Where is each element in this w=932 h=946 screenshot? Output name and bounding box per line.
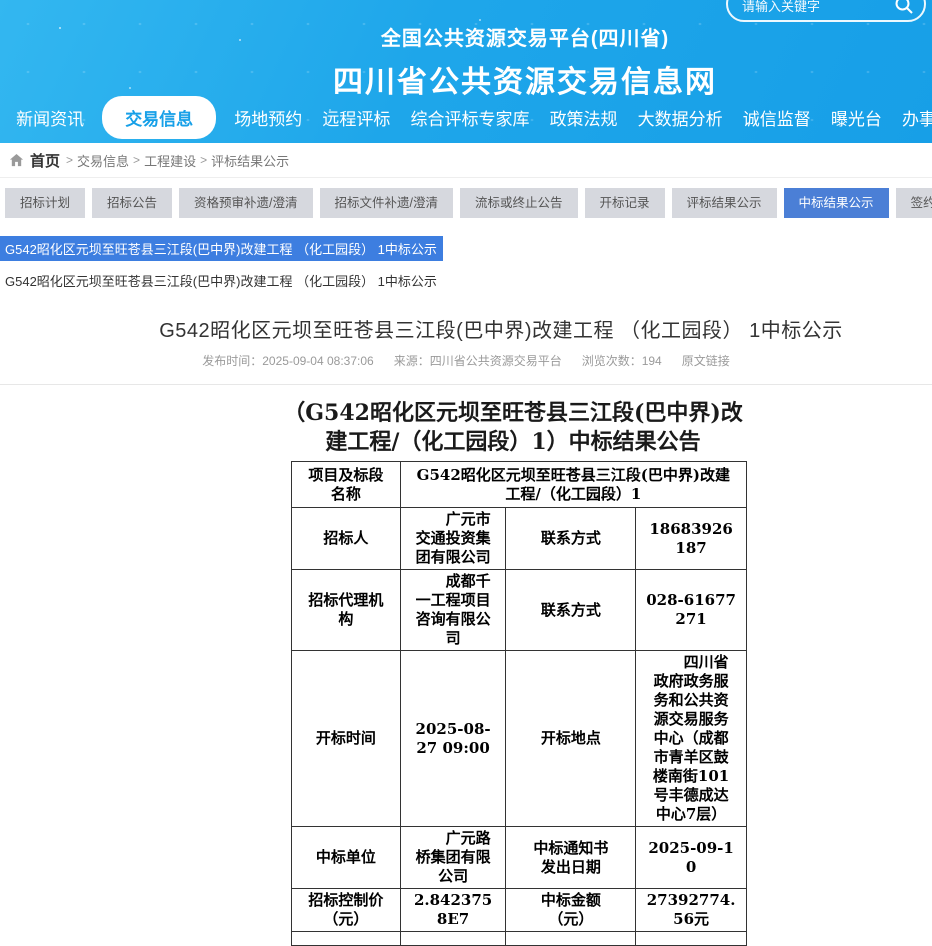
row-value: 18683926187 [636, 508, 747, 570]
tab-bid-document-addendum[interactable]: 招标文件补遗/澄清 [320, 188, 453, 218]
breadcrumb-separator: > [133, 153, 140, 167]
breadcrumb-item-trade-info[interactable]: 交易信息 [77, 151, 129, 170]
site-title: 四川省公共资源交易信息网 [333, 57, 717, 101]
row-value: 2025-08-27 09:00 [400, 651, 506, 827]
search-placeholder: 请输入关键字 [742, 0, 820, 15]
document-title: （G542昭化区元坝至旺苍县三江段(巴中界)改 建工程/（化工园段）1）中标结果… [94, 399, 932, 457]
table-row: 项目及标段名称 G542昭化区元坝至旺苍县三江段(巴中界)改建工程/（化工园段）… [292, 462, 747, 508]
tab-bid-plan[interactable]: 招标计划 [5, 188, 85, 218]
article-source: 来源：四川省公共资源交易平台 [394, 352, 562, 369]
table-row: 招标代理机构 成都千一工程项目咨询有限公司 联系方式 028-61677271 [292, 570, 747, 651]
document-title-line1: （G542昭化区元坝至旺苍县三江段(巴中界)改 [94, 399, 932, 428]
row-value: 27392774.56元 [636, 889, 747, 932]
meta-divider [0, 384, 932, 385]
breadcrumb-separator: > [66, 153, 73, 167]
nav-item-trade-info[interactable]: 交易信息 [102, 96, 216, 139]
row-value: 2025-09-10 [636, 827, 747, 889]
row-value: G542昭化区元坝至旺苍县三江段(巴中界)改建工程/（化工园段）1 [400, 462, 746, 508]
main-nav: 首页 新闻资讯 交易信息 场地预约 远程评标 综合评标专家库 政策法规 大数据分… [0, 96, 932, 138]
table-row: 开标时间 2025-08-27 09:00 开标地点 四川省政府政务服务和公共资… [292, 651, 747, 827]
row-label: 中标通知书发出日期 [506, 827, 636, 889]
breadcrumb: 首页 > 交易信息 > 工程建设 > 评标结果公示 [0, 143, 932, 178]
row-label: 联系方式 [506, 508, 636, 570]
nav-item-big-data[interactable]: 大数据分析 [636, 101, 725, 134]
row-value: 028-61677271 [636, 570, 747, 651]
breadcrumb-home[interactable]: 首页 [30, 150, 60, 171]
tab-winning-results[interactable]: 中标结果公示 [784, 188, 889, 218]
nav-item-venue-booking[interactable]: 场地预约 [232, 101, 304, 134]
site-header: 请输入关键字 全国公共资源交易平台(四川省) 四川省公共资源交易信息网 首页 新… [0, 0, 932, 143]
row-value: 四川省政府政务服务和公共资源交易服务中心（成都市青羊区鼓楼南街101号丰德成达中… [636, 651, 747, 827]
article-meta: 发布时间：2025-09-04 08:37:06 来源：四川省公共资源交易平台 … [0, 352, 932, 369]
row-label: 开标地点 [506, 651, 636, 827]
row-label: 联系方式 [506, 570, 636, 651]
result-table: 项目及标段名称 G542昭化区元坝至旺苍县三江段(巴中界)改建工程/（化工园段）… [291, 461, 747, 946]
row-label: 项目及标段名称 [292, 462, 401, 508]
breadcrumb-item-evaluation-results[interactable]: 评标结果公示 [211, 151, 289, 170]
tab-prequalification-addendum[interactable]: 资格预审补遗/澄清 [179, 188, 312, 218]
table-row: 招标人 广元市交通投资集团有限公司 联系方式 18683926187 [292, 508, 747, 570]
table-row-partial [292, 932, 747, 946]
row-value: 广元路桥集团有限公司 [400, 827, 506, 889]
site-subtitle: 全国公共资源交易平台(四川省) [333, 22, 717, 51]
announcement-link-selected[interactable]: G542昭化区元坝至旺苍县三江段(巴中界)改建工程 （化工园段） 1中标公示 [0, 236, 443, 261]
announcement-list: G542昭化区元坝至旺苍县三江段(巴中界)改建工程 （化工园段） 1中标公示 G… [0, 236, 932, 293]
site-titles: 全国公共资源交易平台(四川省) 四川省公共资源交易信息网 [333, 22, 717, 101]
row-label: 招标代理机构 [292, 570, 401, 651]
table-row: 招标控制价（元） 2.8423758E7 中标金额（元） 27392774.56… [292, 889, 747, 932]
breadcrumb-item-engineering[interactable]: 工程建设 [144, 151, 196, 170]
announcement-link[interactable]: G542昭化区元坝至旺苍县三江段(巴中界)改建工程 （化工园段） 1中标公示 [5, 268, 932, 293]
row-label: 招标人 [292, 508, 401, 570]
row-value: 2.8423758E7 [400, 889, 506, 932]
table-row: 中标单位 广元路桥集团有限公司 中标通知书发出日期 2025-09-10 [292, 827, 747, 889]
breadcrumb-separator: > [200, 153, 207, 167]
nav-item-news[interactable]: 新闻资讯 [14, 101, 86, 134]
tab-bid-opening-record[interactable]: 开标记录 [585, 188, 665, 218]
tab-contract-performance[interactable]: 签约履行 [896, 188, 932, 218]
original-link[interactable]: 原文链接 [682, 352, 730, 369]
nav-item-remote-evaluation[interactable]: 远程评标 [320, 101, 392, 134]
row-value: 成都千一工程项目咨询有限公司 [400, 570, 506, 651]
tab-failed-or-terminated[interactable]: 流标或终止公告 [460, 188, 578, 218]
publish-time: 发布时间：2025-09-04 08:37:06 [202, 352, 373, 369]
page-title: G542昭化区元坝至旺苍县三江段(巴中界)改建工程 （化工园段） 1中标公示 [70, 314, 932, 343]
document-title-line2: 建工程/（化工园段）1）中标结果公告 [94, 428, 932, 457]
nav-item-services[interactable]: 办事服务 [900, 101, 932, 134]
row-value: 广元市交通投资集团有限公司 [400, 508, 506, 570]
row-label: 招标控制价（元） [292, 889, 401, 932]
tab-evaluation-results[interactable]: 评标结果公示 [672, 188, 777, 218]
nav-item-integrity[interactable]: 诚信监督 [741, 101, 813, 134]
view-count: 浏览次数：194 [582, 352, 662, 369]
row-label: 中标单位 [292, 827, 401, 889]
nav-item-policies[interactable]: 政策法规 [548, 101, 620, 134]
row-label: 开标时间 [292, 651, 401, 827]
category-tabs: 招标计划 招标公告 资格预审补遗/澄清 招标文件补遗/澄清 流标或终止公告 开标… [0, 188, 932, 218]
nav-item-exposure[interactable]: 曝光台 [829, 101, 884, 134]
search-icon[interactable] [894, 0, 914, 15]
row-label: 中标金额（元） [506, 889, 636, 932]
article: G542昭化区元坝至旺苍县三江段(巴中界)改建工程 （化工园段） 1中标公示 发… [0, 314, 932, 946]
nav-item-expert-database[interactable]: 综合评标专家库 [408, 101, 531, 134]
tab-bid-announcement[interactable]: 招标公告 [92, 188, 172, 218]
home-icon [9, 153, 24, 168]
search-input[interactable]: 请输入关键字 [726, 0, 926, 22]
